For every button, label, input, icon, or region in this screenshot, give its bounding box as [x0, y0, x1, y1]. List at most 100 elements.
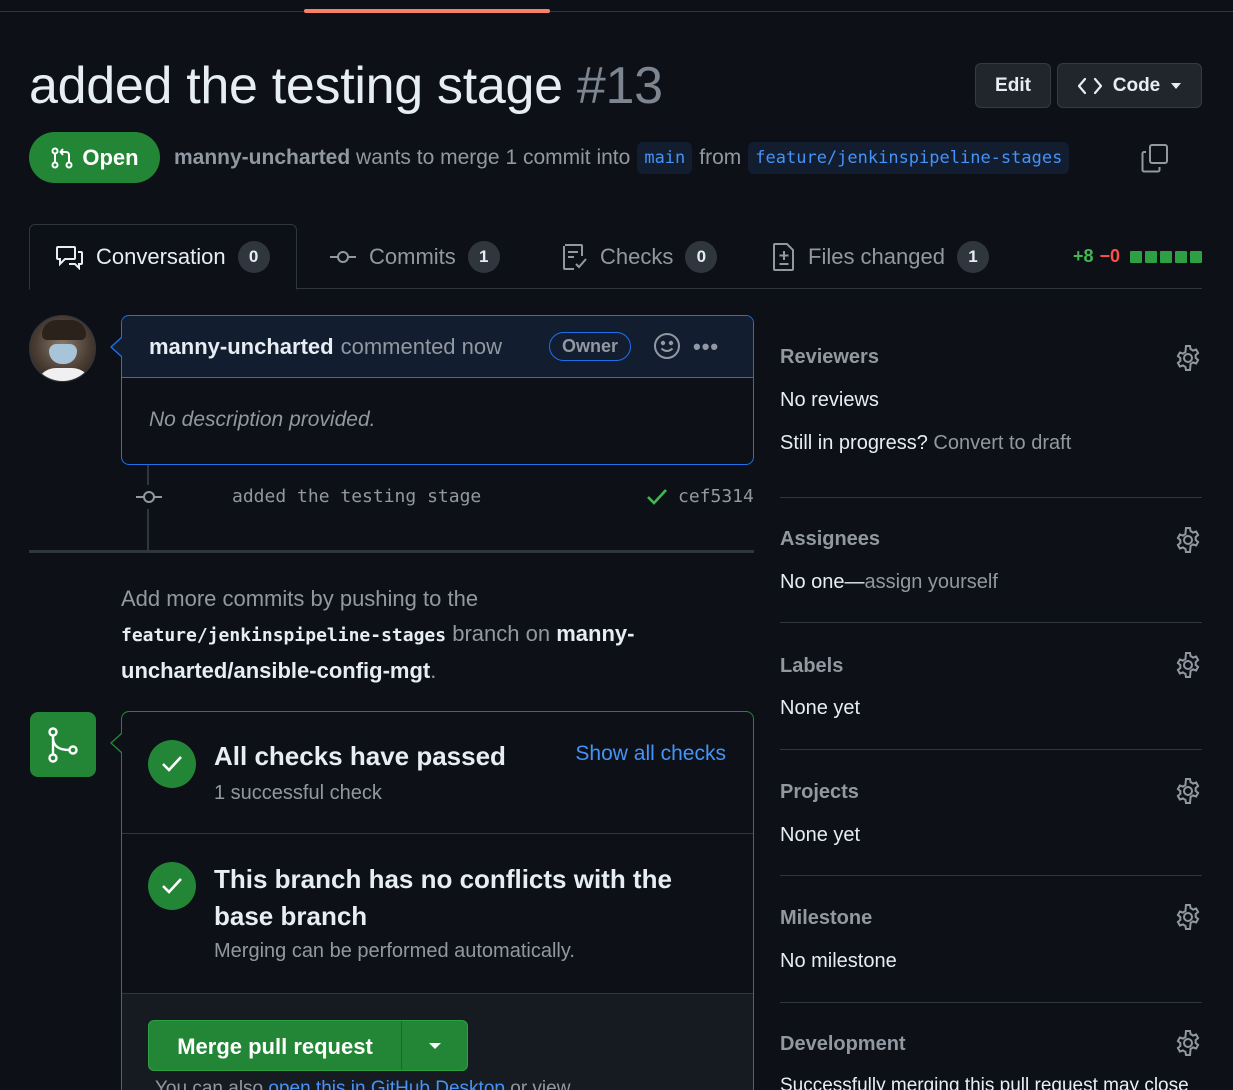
diffstat-blocks	[1130, 250, 1202, 263]
labels-value: None yet	[780, 697, 861, 719]
gear-icon[interactable]	[1174, 526, 1202, 554]
reviewers-heading[interactable]: Reviewers	[780, 346, 879, 369]
merge-box: All checks have passed 1 successful chec…	[121, 711, 754, 1090]
checks-title: All checks have passed	[214, 741, 506, 771]
chevron-down-icon	[428, 1042, 441, 1049]
tab-commits-count: 1	[467, 240, 500, 273]
smiley-icon[interactable]	[653, 332, 681, 360]
commit-sha[interactable]: cef5314	[678, 486, 754, 507]
sidebar-assignees: Assignees No one—assign yourself	[780, 498, 1202, 623]
push-hint: Add more commits by pushing to the featu…	[121, 581, 721, 688]
comment-body: No description provided.	[149, 408, 376, 431]
edit-button[interactable]: Edit	[975, 63, 1051, 108]
header-divider	[0, 11, 1233, 12]
comment-timestamp[interactable]: commented now	[341, 334, 502, 360]
code-button[interactable]: Code	[1057, 63, 1202, 108]
development-heading[interactable]: Development	[780, 1033, 906, 1056]
assignees-value: No one—assign yourself	[780, 571, 998, 594]
pr-number: #13	[576, 57, 663, 115]
show-all-checks-link[interactable]: Show all checks	[575, 742, 726, 766]
push-hint-middle: branch on	[452, 621, 551, 646]
sidebar-reviewers: Reviewers No reviews Still in progress? …	[780, 315, 1202, 498]
milestone-heading[interactable]: Milestone	[780, 907, 872, 930]
merge-options-dropdown[interactable]	[402, 1042, 467, 1050]
checks-subtitle: 1 successful check	[214, 782, 382, 804]
projects-value: None yet	[780, 824, 861, 846]
no-one-text: No one—	[780, 571, 865, 593]
tab-commits-label: Commits	[369, 243, 456, 269]
head-branch[interactable]: feature/jenkinspipeline-stages	[748, 142, 1070, 174]
gear-icon[interactable]	[1174, 903, 1202, 931]
tab-checks-count: 0	[685, 240, 718, 273]
commit-message[interactable]: added the testing stage	[232, 486, 481, 507]
gear-icon[interactable]	[1174, 344, 1202, 372]
push-hint-branch: feature/jenkinspipeline-stages	[121, 625, 447, 646]
tab-files-changed-label: Files changed	[808, 243, 945, 269]
comment-header: manny-uncharted commented now Owner •••	[122, 316, 753, 378]
labels-heading[interactable]: Labels	[780, 655, 843, 678]
also-prefix: You can also	[155, 1078, 264, 1090]
merge-summary: manny-uncharted wants to merge 1 commit …	[174, 140, 1076, 176]
tab-files-changed[interactable]: Files changed 1	[772, 224, 989, 289]
conflicts-section: This branch has no conflicts with the ba…	[122, 834, 753, 994]
gear-icon[interactable]	[1174, 777, 1202, 805]
gear-icon[interactable]	[1174, 1029, 1202, 1057]
tab-files-changed-count: 1	[956, 240, 989, 273]
tab-conversation-label: Conversation	[96, 244, 226, 269]
comment-author[interactable]: manny-uncharted	[149, 334, 334, 360]
sidebar-milestone: Milestone No milestone	[780, 876, 1202, 1003]
merge-caret-inner	[112, 734, 122, 752]
pr-title-text: added the testing stage	[29, 57, 563, 115]
checks-section: All checks have passed 1 successful chec…	[122, 712, 753, 834]
merge-status-icon	[30, 712, 96, 777]
reviewers-value: No reviews	[780, 389, 879, 411]
pr-description-comment: manny-uncharted commented now Owner ••• …	[121, 315, 754, 465]
code-icon	[1077, 77, 1102, 94]
projects-heading[interactable]: Projects	[780, 781, 859, 804]
no-conflicts-icon	[148, 862, 196, 910]
merge-button-label[interactable]: Merge pull request	[149, 1021, 402, 1070]
push-hint-suffix: .	[430, 658, 437, 683]
pr-tabs: Conversation 0 Commits 1 Checks 0 Files …	[29, 224, 1202, 290]
development-value: Successfully merging this pull request m…	[780, 1075, 1189, 1090]
diff-deletions: −0	[1099, 246, 1120, 266]
file-diff-icon	[773, 242, 794, 271]
pr-title: added the testing stage #13	[29, 56, 663, 116]
avatar[interactable]	[29, 315, 96, 382]
gear-icon[interactable]	[1174, 651, 1202, 679]
still-in-progress-text: Still in progress?	[780, 432, 928, 454]
edit-button-label: Edit	[995, 74, 1031, 96]
commit-icon	[330, 250, 356, 263]
comment-discussion-icon	[56, 246, 83, 270]
merge-footer: Merge pull request You can also open thi…	[122, 994, 753, 1090]
tab-conversation[interactable]: Conversation 0	[29, 224, 297, 290]
pr-state-label: Open	[82, 144, 139, 170]
sidebar-projects: Projects None yet	[780, 750, 1202, 876]
conflicts-title: This branch has no conflicts with the ba…	[214, 864, 672, 931]
pr-state-badge: Open	[29, 132, 160, 183]
copy-icon[interactable]	[1141, 143, 1169, 173]
draft-hint: Still in progress? Convert to draft	[780, 432, 1071, 455]
sidebar-labels: Labels None yet	[780, 623, 1202, 750]
base-branch[interactable]: main	[637, 142, 693, 174]
open-in-desktop-link[interactable]: open this in GitHub Desktop	[268, 1078, 505, 1090]
assign-yourself-link[interactable]: assign yourself	[865, 571, 998, 593]
active-nav-underline	[304, 9, 550, 13]
assignees-heading[interactable]: Assignees	[780, 528, 880, 551]
commit-icon	[135, 485, 163, 509]
merge-text: wants to merge 1 commit into	[356, 146, 631, 169]
convert-to-draft-link[interactable]: Convert to draft	[933, 432, 1071, 454]
conflicts-subtitle: Merging can be performed automatically.	[214, 940, 575, 962]
merge-pull-request-button[interactable]: Merge pull request	[148, 1020, 468, 1071]
diff-additions: +8	[1072, 246, 1094, 266]
check-icon[interactable]	[646, 487, 668, 507]
tab-commits[interactable]: Commits 1	[329, 224, 500, 289]
milestone-value: No milestone	[780, 950, 897, 972]
git-merge-icon	[48, 726, 78, 763]
tab-checks-label: Checks	[600, 243, 674, 269]
pr-author-link[interactable]: manny-uncharted	[174, 146, 350, 170]
code-button-label: Code	[1112, 74, 1161, 96]
checklist-icon	[563, 243, 587, 270]
kebab-menu-icon[interactable]: •••	[693, 334, 719, 360]
tab-checks[interactable]: Checks 0	[562, 224, 718, 289]
